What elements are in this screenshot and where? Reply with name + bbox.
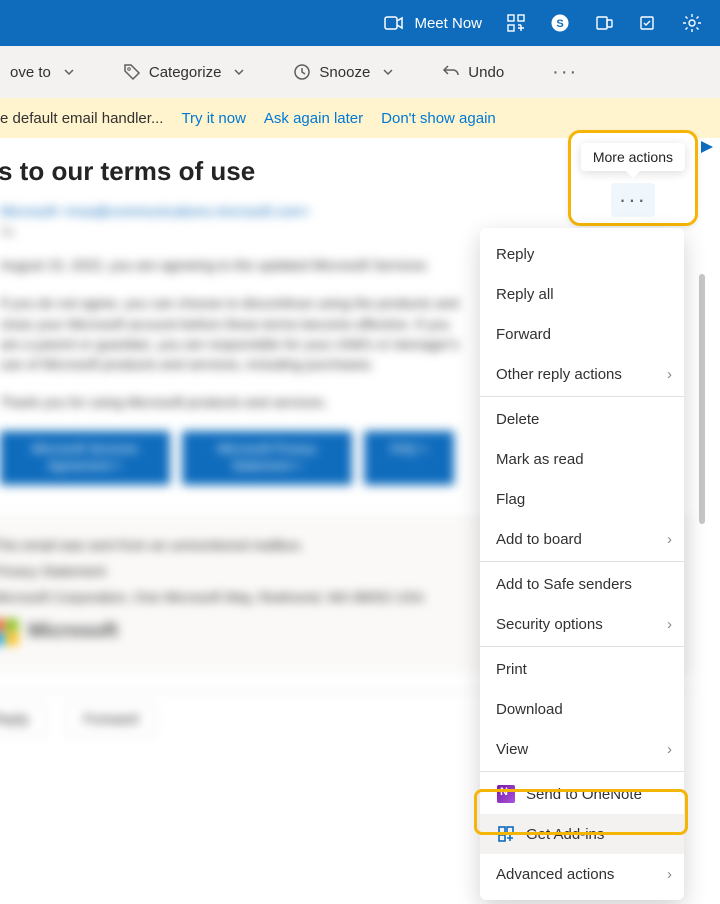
skype-icon[interactable]: S [550, 13, 570, 33]
menu-label: Print [496, 661, 527, 678]
chevron-down-icon [233, 66, 245, 78]
meet-now-button[interactable]: Meet Now [384, 13, 482, 33]
menu-safe-senders[interactable]: Add to Safe senders [480, 564, 684, 604]
menu-reply-all[interactable]: Reply all [480, 274, 684, 314]
snooze-label: Snooze [319, 64, 370, 81]
menu-label: Send to OneNote [526, 786, 642, 803]
menu-reply[interactable]: Reply [480, 234, 684, 274]
onenote-icon [496, 784, 516, 804]
forward-pill[interactable]: Forward [66, 702, 155, 737]
menu-separator [480, 646, 684, 647]
microsoft-logo-icon [0, 619, 18, 645]
chevron-right-icon: › [667, 866, 672, 883]
chevron-right-icon: › [667, 366, 672, 383]
menu-security-options[interactable]: Security options › [480, 604, 684, 644]
menu-label: Security options [496, 616, 603, 633]
menu-download[interactable]: Download [480, 689, 684, 729]
menu-flag[interactable]: Flag [480, 479, 684, 519]
chevron-down-icon [63, 66, 75, 78]
banner-dont-link[interactable]: Don't show again [381, 110, 496, 127]
menu-separator [480, 771, 684, 772]
svg-text:S: S [556, 18, 563, 30]
teams-icon[interactable] [594, 13, 614, 33]
menu-forward[interactable]: Forward [480, 314, 684, 354]
menu-mark-read[interactable]: Mark as read [480, 439, 684, 479]
menu-send-onenote[interactable]: Send to OneNote [480, 774, 684, 814]
chevron-right-icon: › [667, 616, 672, 633]
cta-button[interactable]: Microsoft Privacy Statement > [182, 431, 352, 485]
more-actions-tooltip: More actions [581, 143, 685, 171]
menu-print[interactable]: Print [480, 649, 684, 689]
banner-message: e default email handler... [0, 110, 163, 127]
more-actions-button[interactable]: ··· [611, 183, 655, 217]
more-actions-menu: Reply Reply all Forward Other reply acti… [480, 228, 684, 900]
menu-label: Get Add-ins [526, 826, 604, 843]
menu-label: Reply [496, 246, 534, 263]
more-actions-highlight: More actions ··· [568, 130, 698, 226]
menu-view[interactable]: View › [480, 729, 684, 769]
message-toolbar: ove to Categorize Snooze Undo ··· [0, 46, 720, 98]
reply-pill[interactable]: Reply [0, 702, 46, 737]
microsoft-logo-text: Microsoft [28, 620, 118, 643]
menu-label: Forward [496, 326, 551, 343]
video-icon [384, 13, 404, 33]
chevron-right-icon: › [667, 741, 672, 758]
cta-button[interactable]: Microsoft Services Agreement > [0, 431, 170, 485]
menu-label: View [496, 741, 528, 758]
menu-separator [480, 396, 684, 397]
message-para: August 15, 2022, you are agreeing to the… [0, 255, 460, 275]
banner-try-link[interactable]: Try it now [181, 110, 245, 127]
undo-button[interactable]: Undo [432, 57, 514, 87]
menu-get-addins[interactable]: Get Add-ins [480, 814, 684, 854]
menu-label: Delete [496, 411, 539, 428]
menu-label: Advanced actions [496, 866, 614, 883]
menu-label: Download [496, 701, 563, 718]
snooze-button[interactable]: Snooze [283, 57, 404, 87]
tag-icon [123, 63, 141, 81]
menu-other-reply[interactable]: Other reply actions › [480, 354, 684, 394]
tasks-icon[interactable] [638, 13, 658, 33]
clock-icon [293, 63, 311, 81]
message-para: Thank you for using Microsoft products a… [0, 392, 460, 412]
settings-gear-icon[interactable] [682, 13, 702, 33]
categorize-label: Categorize [149, 64, 222, 81]
meet-now-label: Meet Now [414, 15, 482, 32]
menu-label: Other reply actions [496, 366, 622, 383]
message-para: If you do not agree, you can choose to d… [0, 293, 460, 374]
more-toolbar-button[interactable]: ··· [542, 55, 588, 90]
menu-advanced-actions[interactable]: Advanced actions › [480, 854, 684, 894]
menu-label: Flag [496, 491, 525, 508]
cta-button[interactable]: FAQ > [364, 431, 454, 485]
undo-label: Undo [468, 64, 504, 81]
ad-marker-icon[interactable] [700, 140, 714, 159]
chevron-right-icon: › [667, 531, 672, 548]
menu-label: Mark as read [496, 451, 584, 468]
reading-pane-scrollbar[interactable] [699, 228, 705, 880]
menu-label: Add to Safe senders [496, 576, 632, 593]
reply-label: Reply [0, 711, 29, 728]
menu-separator [480, 561, 684, 562]
menu-label: Reply all [496, 286, 554, 303]
title-bar: Meet Now S [0, 0, 720, 46]
move-to-label: ove to [10, 64, 51, 81]
addins-icon [496, 824, 516, 844]
menu-add-board[interactable]: Add to board › [480, 519, 684, 559]
move-to-button[interactable]: ove to [0, 58, 85, 87]
menu-delete[interactable]: Delete [480, 399, 684, 439]
banner-later-link[interactable]: Ask again later [264, 110, 363, 127]
forward-label: Forward [83, 711, 138, 728]
chevron-down-icon [382, 66, 394, 78]
categorize-button[interactable]: Categorize [113, 57, 256, 87]
menu-label: Add to board [496, 531, 582, 548]
qr-icon[interactable] [506, 13, 526, 33]
undo-icon [442, 63, 460, 81]
